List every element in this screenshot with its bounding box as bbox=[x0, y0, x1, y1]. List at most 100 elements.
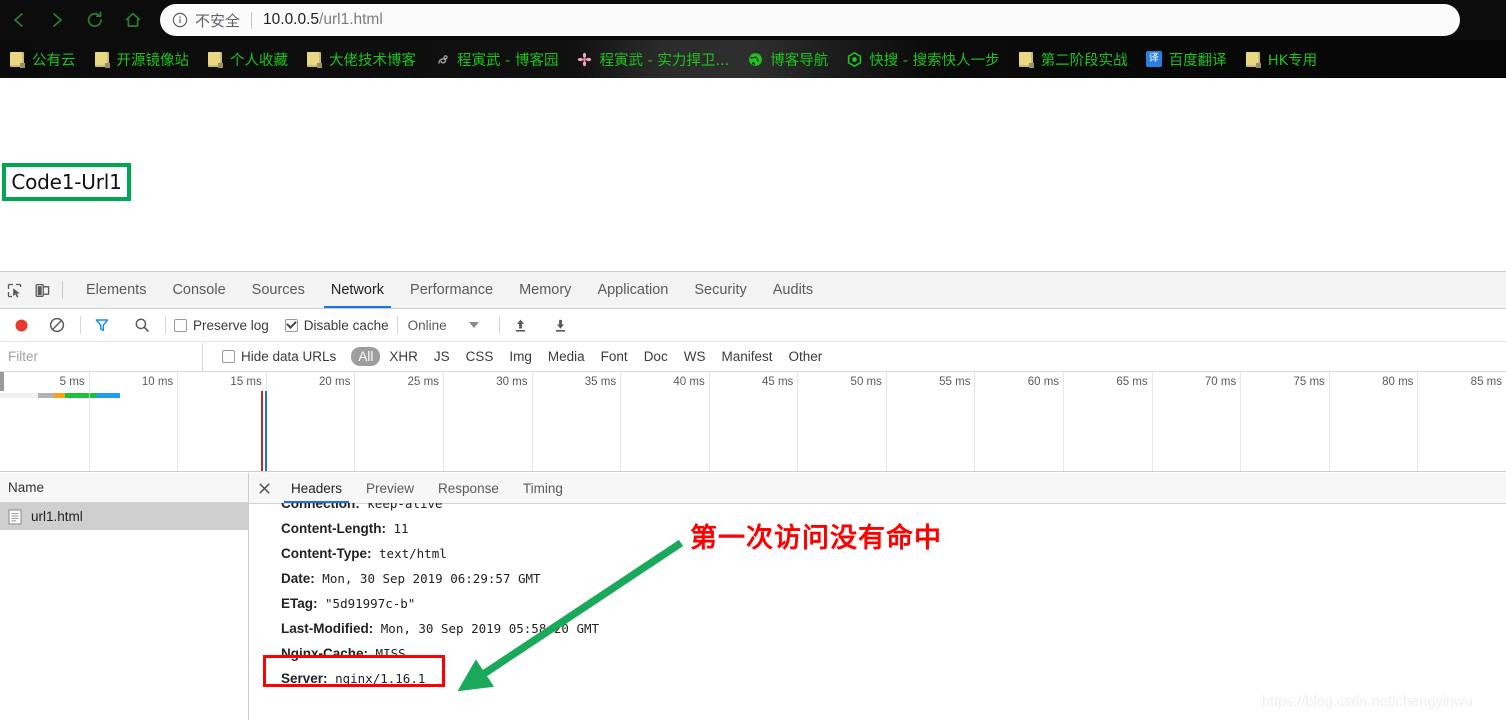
detail-tab-preview[interactable]: Preview bbox=[354, 474, 426, 503]
overview-gridline bbox=[797, 372, 799, 471]
overview-gridline bbox=[885, 372, 887, 471]
bookmark-item[interactable]: 译百度翻译 bbox=[1137, 40, 1236, 78]
bookmark-label: 开源镜像站 bbox=[116, 52, 190, 69]
address-bar[interactable]: 不安全 10.0.0.5/url1.html bbox=[160, 4, 1460, 36]
upload-arrow-icon[interactable] bbox=[508, 312, 534, 338]
overview-request-bar bbox=[0, 393, 120, 398]
detail-tab-response[interactable]: Response bbox=[426, 474, 511, 503]
clear-no-entry-icon[interactable] bbox=[44, 312, 70, 338]
overview-left-handle[interactable] bbox=[0, 372, 4, 391]
load-event-marker bbox=[265, 391, 267, 471]
folder-icon bbox=[207, 51, 223, 68]
throttling-select[interactable]: Online bbox=[406, 318, 479, 333]
disable-cache-box[interactable] bbox=[284, 318, 298, 332]
bookmark-label: 博客导航 bbox=[770, 52, 829, 69]
bookmark-item[interactable]: 第二阶段实战 bbox=[1009, 40, 1137, 78]
browser-chrome: 不安全 10.0.0.5/url1.html 公有云 开源镜像站 个人收藏 大佬技术博… bbox=[0, 0, 1506, 78]
filter-type-other[interactable]: Other bbox=[781, 347, 829, 366]
hide-data-urls-label: Hide data URLs bbox=[241, 349, 337, 364]
info-circle-icon[interactable] bbox=[172, 12, 188, 28]
filter-type-css[interactable]: CSS bbox=[459, 347, 501, 366]
filter-type-ws[interactable]: WS bbox=[677, 347, 713, 366]
forward-arrow-icon[interactable] bbox=[38, 1, 76, 39]
bookmark-item[interactable]: 公有云 bbox=[0, 40, 85, 78]
tab-application[interactable]: Application bbox=[584, 273, 681, 308]
header-name: Nginx-Cache: bbox=[281, 646, 369, 661]
bookmark-item[interactable]: 程寅武 - 博客园 bbox=[425, 40, 567, 78]
filter-type-media[interactable]: Media bbox=[541, 347, 592, 366]
globe-favicon bbox=[747, 51, 763, 67]
reload-arrow-icon[interactable] bbox=[76, 1, 114, 39]
table-row[interactable]: url1.html bbox=[0, 503, 248, 530]
tab-console[interactable]: Console bbox=[159, 273, 238, 308]
header-value: "5d91997c-b" bbox=[317, 596, 416, 611]
tab-memory[interactable]: Memory bbox=[506, 273, 584, 308]
tab-sources[interactable]: Sources bbox=[239, 273, 318, 308]
filter-funnel-icon[interactable] bbox=[89, 312, 115, 338]
network-overview-timeline[interactable]: 5 ms 10 ms 15 ms 20 ms 25 ms 30 ms 35 ms 40 ms 4… bbox=[0, 372, 1506, 472]
filter-type-xhr[interactable]: XHR bbox=[382, 347, 425, 366]
overview-tick-label: 70 ms bbox=[1204, 376, 1237, 388]
bookmark-item[interactable]: 大佬技术博客 bbox=[297, 40, 425, 78]
request-list-pane: Name url1.html bbox=[0, 473, 249, 720]
tab-network[interactable]: Network bbox=[318, 273, 397, 308]
filter-input[interactable] bbox=[0, 342, 203, 371]
bookmark-item[interactable]: 个人收藏 bbox=[198, 40, 297, 78]
tab-audits[interactable]: Audits bbox=[760, 273, 826, 308]
record-circle-icon[interactable] bbox=[8, 312, 34, 338]
preserve-log-box[interactable] bbox=[174, 318, 187, 332]
bookmark-item[interactable]: 博客导航 bbox=[738, 40, 837, 78]
filter-type-font[interactable]: Font bbox=[594, 347, 635, 366]
bookmark-item[interactable]: HK专用 bbox=[1236, 40, 1326, 78]
request-list-header[interactable]: Name bbox=[0, 473, 248, 503]
header-value: Mon, 30 Sep 2019 06:29:57 GMT bbox=[314, 571, 541, 586]
folder-icon bbox=[94, 51, 110, 68]
header-name: Server: bbox=[281, 671, 328, 686]
overview-gridline bbox=[708, 372, 710, 471]
close-x-icon[interactable] bbox=[249, 473, 279, 503]
toolbar-divider-3 bbox=[396, 316, 398, 334]
bookmark-label: 第二阶段实战 bbox=[1040, 52, 1128, 69]
bookmark-item[interactable]: 程寅武 - 实力捍卫... bbox=[567, 40, 738, 78]
overview-gridline bbox=[974, 372, 976, 471]
filter-type-js[interactable]: JS bbox=[427, 347, 457, 366]
tab-security[interactable]: Security bbox=[681, 273, 759, 308]
detail-tab-headers[interactable]: Headers bbox=[279, 474, 354, 503]
overview-gridline bbox=[620, 372, 622, 471]
filter-type-img[interactable]: Img bbox=[502, 347, 539, 366]
home-house-icon[interactable] bbox=[114, 1, 152, 39]
filter-type-manifest[interactable]: Manifest bbox=[714, 347, 779, 366]
back-arrow-icon[interactable] bbox=[0, 1, 38, 39]
bookmark-item[interactable]: 开源镜像站 bbox=[85, 40, 199, 78]
disable-cache-checkbox[interactable]: Disable cache bbox=[284, 318, 389, 333]
header-row: Date: Mon, 30 Sep 2019 06:29:57 GMT bbox=[281, 566, 1506, 591]
bookmark-label: 公有云 bbox=[32, 52, 76, 69]
resource-type-filters: All XHR JS CSS Img Media Font Doc WS Manifest Othe… bbox=[350, 347, 830, 366]
throttling-value: Online bbox=[407, 317, 447, 333]
search-magnifier-icon[interactable] bbox=[129, 312, 155, 338]
detail-tab-timing[interactable]: Timing bbox=[511, 474, 575, 503]
chevron-down-icon[interactable] bbox=[468, 322, 479, 328]
overview-gridline bbox=[442, 372, 444, 471]
bookmark-label: 程寅武 - 实力捍卫... bbox=[599, 52, 730, 69]
filter-type-all[interactable]: All bbox=[351, 347, 381, 366]
security-status-label: 不安全 bbox=[195, 11, 241, 30]
tab-performance[interactable]: Performance bbox=[397, 273, 506, 308]
overview-tick-label: 40 ms bbox=[673, 376, 705, 388]
response-headers-list: Connection: keep-alive Content-Length: 11… bbox=[249, 503, 1506, 720]
preserve-log-label: Preserve log bbox=[193, 317, 269, 333]
download-arrow-icon[interactable] bbox=[548, 312, 574, 338]
inspect-cursor-icon[interactable] bbox=[0, 276, 28, 304]
bookmark-item[interactable]: 快搜 - 搜索快人一步 bbox=[837, 40, 1008, 78]
filter-type-doc[interactable]: Doc bbox=[637, 347, 675, 366]
code-url-annotation-box: Code1-Url1 bbox=[2, 163, 131, 201]
device-toolbar-icon[interactable] bbox=[28, 276, 56, 304]
hide-data-urls-box[interactable] bbox=[222, 350, 235, 363]
dom-content-loaded-marker bbox=[261, 391, 263, 471]
tab-elements[interactable]: Elements bbox=[73, 273, 159, 308]
browser-nav-bar: 不安全 10.0.0.5/url1.html bbox=[0, 0, 1506, 40]
header-value: keep-alive bbox=[359, 503, 443, 511]
devtools-tabbar: Elements Console Sources Network Performance… bbox=[0, 272, 1506, 309]
preserve-log-checkbox[interactable]: Preserve log bbox=[174, 318, 269, 333]
hide-data-urls-checkbox[interactable]: Hide data URLs bbox=[222, 349, 336, 364]
